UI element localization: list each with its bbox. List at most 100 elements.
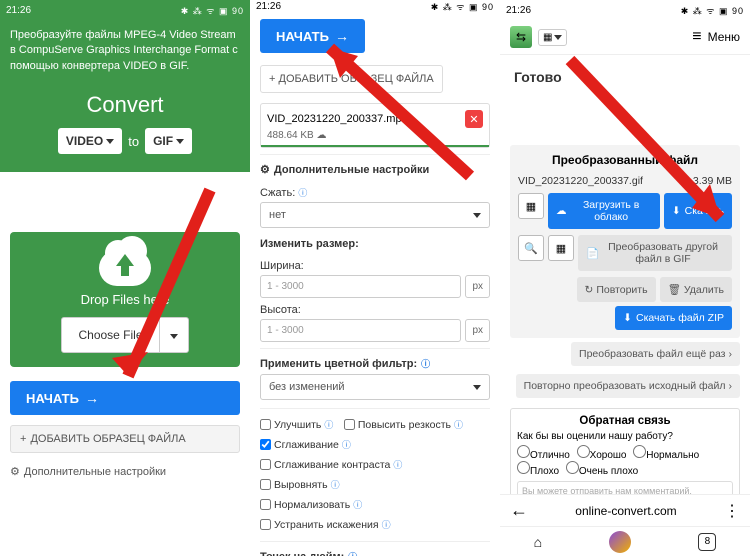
app-logo[interactable]: ⇆ — [510, 26, 532, 48]
advanced-settings-heading: ⚙Дополнительные настройки — [260, 154, 490, 180]
convert-again-link[interactable]: Преобразовать файл ещё раз› — [571, 342, 740, 366]
gear-icon: ⚙ — [10, 465, 20, 478]
download-icon: ⬇ — [672, 205, 681, 217]
add-sample-label: ДОБАВИТЬ ОБРАЗЕЦ ФАЙЛА — [279, 73, 434, 85]
contrast-checkbox[interactable]: Сглаживание контрастаⓘ — [260, 458, 402, 471]
clock: 21:26 — [256, 1, 281, 12]
choose-file-button[interactable]: Choose File — [61, 317, 188, 353]
reconvert-source-link[interactable]: Повторно преобразовать исходный файл› — [516, 374, 740, 398]
back-button[interactable]: ← — [510, 500, 528, 521]
info-icon[interactable]: ⓘ — [421, 357, 430, 370]
dropzone-label: Drop Files here — [10, 292, 240, 307]
start-button-label: НАЧАТЬ — [276, 29, 329, 44]
add-sample-button[interactable]: + ДОБАВИТЬ ОБРАЗЕЦ ФАЙЛА — [10, 425, 240, 453]
to-format-dropdown[interactable]: GIF — [145, 128, 192, 154]
qr-icon: ▦ — [526, 200, 536, 213]
width-input[interactable]: 1 - 3000 — [260, 275, 461, 298]
arrow-right-icon: → — [85, 390, 99, 406]
status-bar: 21:26 ✱ ⁂ ᯤ ▣ 90 — [0, 0, 250, 20]
preview-button[interactable]: 🔍 — [518, 235, 544, 261]
browser-urlbar: ← online-convert.com ⋮ — [500, 494, 750, 526]
download-icon: ⬇ — [623, 312, 632, 324]
info-icon[interactable]: ⓘ — [324, 418, 333, 431]
qr-button[interactable]: ▦ — [518, 193, 544, 219]
width-unit-select[interactable]: px — [465, 275, 490, 298]
plus-icon: + — [269, 73, 275, 85]
download-button[interactable]: ⬇Скачать — [664, 193, 732, 229]
rating-excellent[interactable]: Отлично — [517, 450, 570, 461]
file-name: VID_20231220_200337.mp4 — [267, 113, 408, 125]
start-button[interactable]: НАЧАТЬ → — [260, 19, 365, 53]
remove-file-button[interactable]: ✕ — [465, 110, 483, 128]
feedback-question: Как бы вы оценили нашу работу? — [517, 431, 733, 442]
advanced-settings-heading: ⚙ Дополнительные настройки — [0, 457, 250, 481]
colorfilter-select[interactable]: без изменений — [260, 374, 490, 400]
converted-file-panel: Преобразованный файл VID_20231220_200337… — [510, 145, 740, 338]
rating-good[interactable]: Хорошо — [577, 450, 627, 461]
chevron-down-icon — [554, 35, 562, 40]
height-unit-select[interactable]: px — [465, 319, 490, 342]
despeckle-checkbox[interactable]: Устранить искаженияⓘ — [260, 518, 391, 531]
info-icon[interactable]: ⓘ — [342, 438, 351, 451]
info-icon[interactable]: ⓘ — [353, 498, 362, 511]
plus-icon: + — [20, 433, 26, 445]
height-input[interactable]: 1 - 3000 — [260, 319, 461, 342]
more-button[interactable]: ⋮ — [724, 501, 740, 521]
cloud-icon: ☁ — [317, 130, 327, 141]
compress-label: Сжать: ⓘ — [260, 186, 490, 199]
sharpen-checkbox[interactable]: Повысить резкостьⓘ — [344, 418, 463, 431]
info-icon[interactable]: ⓘ — [382, 518, 391, 531]
add-sample-button[interactable]: + ДОБАВИТЬ ОБРАЗЕЦ ФАЙЛА — [260, 65, 443, 93]
antialias-checkbox[interactable]: Сглаживаниеⓘ — [260, 438, 351, 451]
download-zip-button[interactable]: ⬇Скачать файл ZIP — [615, 306, 732, 330]
repeat-icon: ↻ — [585, 284, 594, 296]
cloud-upload-button[interactable]: ☁Загрузить в облако — [548, 193, 660, 229]
menu-button[interactable]: ≡ Меню — [692, 28, 740, 46]
info-icon[interactable]: ⓘ — [454, 418, 463, 431]
start-button-label: НАЧАТЬ — [26, 391, 79, 406]
qr-button-2[interactable]: ▦ — [548, 235, 574, 261]
chevron-down-icon[interactable] — [159, 318, 188, 352]
dropzone[interactable]: Drop Files here Choose File — [10, 232, 240, 367]
repeat-button[interactable]: ↻Повторить — [577, 277, 656, 302]
file-card: VID_20231220_200337.mp4 ✕ 488.64 KB ☁ — [260, 103, 490, 148]
chevron-right-icon: › — [729, 348, 733, 360]
rating-normal[interactable]: Нормально — [633, 450, 699, 461]
enhance-checkbox[interactable]: Улучшитьⓘ — [260, 418, 333, 431]
chevron-down-icon — [473, 213, 481, 218]
trash-icon: 🗑 — [668, 283, 681, 296]
start-button[interactable]: НАЧАТЬ → — [10, 381, 240, 415]
convert-title: Convert — [10, 92, 240, 118]
compress-select[interactable]: нет — [260, 202, 490, 228]
width-label: Ширина: — [260, 260, 490, 272]
info-icon[interactable]: ⓘ — [298, 188, 307, 198]
equalize-checkbox[interactable]: Выровнятьⓘ — [260, 478, 340, 491]
close-icon: ✕ — [469, 113, 478, 126]
info-icon[interactable]: ⓘ — [348, 550, 357, 556]
panel-title: Преобразованный файл — [518, 153, 732, 167]
rating-verybad[interactable]: Очень плохо — [566, 466, 638, 477]
voice-button[interactable] — [609, 531, 631, 553]
cloud-icon: ☁ — [556, 205, 567, 217]
home-button[interactable]: ⌂ — [534, 534, 542, 550]
info-icon[interactable]: ⓘ — [331, 478, 340, 491]
resize-label: Изменить размер: — [260, 230, 490, 254]
normalize-checkbox[interactable]: Нормализоватьⓘ — [260, 498, 362, 511]
status-icons: ✱ ⁂ ᯤ ▣ 90 — [181, 4, 244, 17]
convert-other-button[interactable]: 📄Преобразовать другой файл в GIF — [578, 235, 732, 271]
from-format-dropdown[interactable]: VIDEO — [58, 128, 122, 154]
rating-bad[interactable]: Плохо — [517, 466, 559, 477]
status-ready: Готово — [500, 55, 750, 145]
tabs-button[interactable]: 8 — [698, 533, 716, 551]
layout-toggle[interactable]: ▦ — [538, 29, 567, 46]
url-text[interactable]: online-convert.com — [546, 504, 706, 518]
chevron-right-icon: › — [729, 380, 733, 392]
to-format-label: GIF — [153, 134, 173, 148]
info-icon[interactable]: ⓘ — [393, 458, 402, 471]
gear-icon: ⚙ — [260, 163, 270, 176]
arrow-right-icon: → — [335, 28, 349, 44]
delete-button[interactable]: 🗑Удалить — [660, 277, 732, 302]
browser-navbar: ⌂ 8 — [500, 526, 750, 556]
chevron-down-icon — [106, 139, 114, 144]
hero-text: Преобразуйте файлы MPEG-4 Video Stream в… — [10, 28, 240, 74]
